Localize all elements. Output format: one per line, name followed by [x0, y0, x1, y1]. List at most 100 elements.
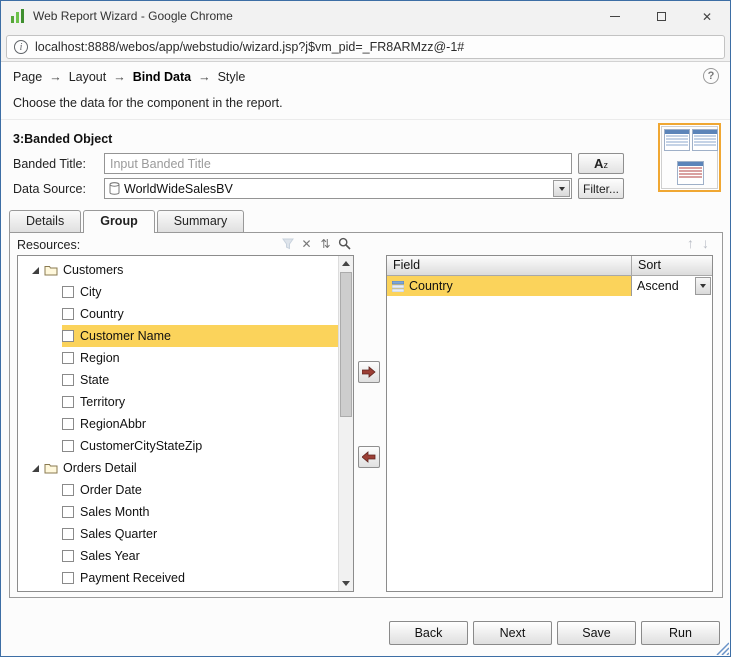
tree-label: City	[80, 285, 102, 299]
sort-cell: Ascend	[631, 276, 712, 296]
close-button[interactable]: ✕	[684, 1, 730, 32]
checkbox[interactable]	[62, 352, 74, 364]
checkbox[interactable]	[62, 550, 74, 562]
search-icon[interactable]	[336, 235, 353, 252]
scroll-up-button[interactable]	[339, 256, 353, 271]
checkbox[interactable]	[62, 418, 74, 430]
tree-item-sales-quarter[interactable]: Sales Quarter	[18, 523, 338, 545]
clear-icon[interactable]: ✕	[298, 235, 315, 252]
tab-group[interactable]: Group	[83, 210, 155, 233]
tree-label: Order Date	[80, 483, 142, 497]
add-field-button[interactable]	[358, 361, 380, 383]
layout-preview-thumbnail[interactable]	[658, 123, 721, 192]
tree-item-state[interactable]: State	[18, 369, 338, 391]
sort-icon[interactable]: ⇅	[317, 235, 334, 252]
checkbox[interactable]	[62, 330, 74, 342]
save-button[interactable]: Save	[557, 621, 636, 645]
folder-icon	[44, 463, 58, 474]
checkbox[interactable]	[62, 484, 74, 496]
font-button[interactable]: Az	[578, 153, 624, 174]
tab-bar: Details Group Summary	[9, 210, 246, 233]
tree-item-sales-month[interactable]: Sales Month	[18, 501, 338, 523]
tree-item-region[interactable]: Region	[18, 347, 338, 369]
filter-button[interactable]: Filter...	[578, 178, 624, 199]
header-divider	[1, 119, 730, 120]
run-button[interactable]: Run	[641, 621, 720, 645]
remove-field-button[interactable]	[358, 446, 380, 468]
checkbox[interactable]	[62, 506, 74, 518]
breadcrumb-item-page[interactable]: Page	[13, 70, 42, 84]
resize-grip[interactable]	[716, 642, 729, 655]
breadcrumb-item-bind-data[interactable]: Bind Data	[133, 70, 191, 84]
tree-folder-orders-detail[interactable]: Orders Detail	[18, 457, 338, 479]
tree-item-sales-year[interactable]: Sales Year	[18, 545, 338, 567]
data-source-dropdown[interactable]: WorldWideSalesBV	[104, 178, 572, 199]
address-bar[interactable]: i localhost:8888/webos/app/webstudio/wiz…	[6, 35, 725, 59]
tree-scrollbar[interactable]	[338, 256, 353, 591]
maximize-button[interactable]	[638, 1, 684, 32]
group-table-header: Field Sort	[387, 256, 712, 276]
tree-folder-customers[interactable]: Customers	[18, 259, 338, 281]
tab-panel: Resources: ✕ ⇅ ↑ ↓ Customers City Country C	[9, 232, 723, 598]
resource-toolbar: ✕ ⇅	[250, 235, 353, 252]
sort-dropdown-arrow-icon[interactable]	[695, 277, 711, 295]
tree-item-territory[interactable]: Territory	[18, 391, 338, 413]
tree-item-city[interactable]: City	[18, 281, 338, 303]
checkbox[interactable]	[62, 572, 74, 584]
scroll-down-button[interactable]	[339, 576, 353, 591]
arrow-left-icon	[362, 451, 376, 463]
database-icon	[109, 182, 120, 195]
breadcrumb-separator: →	[49, 70, 62, 84]
expander-icon[interactable]	[32, 266, 39, 274]
info-icon[interactable]: i	[14, 40, 28, 54]
column-header-field[interactable]: Field	[387, 256, 632, 275]
tree-item-payment-received[interactable]: Payment Received	[18, 567, 338, 589]
expander-icon[interactable]	[32, 464, 39, 472]
next-button[interactable]: Next	[473, 621, 552, 645]
tab-summary[interactable]: Summary	[156, 210, 245, 232]
minimize-button[interactable]	[592, 1, 638, 32]
tree-rows: Customers City Country Customer Name Region S…	[18, 259, 338, 589]
scroll-up-icon	[342, 261, 350, 266]
scrollbar-thumb[interactable]	[340, 272, 352, 417]
tree-label: Territory	[80, 395, 126, 409]
tree-item-customercitystatezip[interactable]: CustomerCityStateZip	[18, 435, 338, 457]
window-controls: ✕	[592, 1, 730, 32]
title-bar[interactable]: Web Report Wizard - Google Chrome ✕	[1, 1, 730, 32]
window-title: Web Report Wizard - Google Chrome	[33, 9, 233, 23]
move-up-icon[interactable]: ↑	[687, 235, 694, 252]
breadcrumb-item-style[interactable]: Style	[218, 70, 246, 84]
checkbox[interactable]	[62, 374, 74, 386]
checkbox[interactable]	[62, 528, 74, 540]
back-button[interactable]: Back	[389, 621, 468, 645]
checkbox[interactable]	[62, 308, 74, 320]
checkbox[interactable]	[62, 286, 74, 298]
scroll-down-icon	[342, 581, 350, 586]
move-down-icon[interactable]: ↓	[702, 235, 709, 252]
breadcrumb-item-layout[interactable]: Layout	[69, 70, 107, 84]
group-row-country[interactable]: Country Ascend	[387, 276, 712, 296]
tab-details[interactable]: Details	[9, 210, 82, 232]
group-table-body: Country Ascend	[387, 276, 712, 296]
tree-label: Country	[80, 307, 124, 321]
checkbox[interactable]	[62, 440, 74, 452]
help-icon[interactable]: ?	[703, 68, 719, 84]
banded-title-input[interactable]	[104, 153, 572, 174]
tree-item-regionabbr[interactable]: RegionAbbr	[18, 413, 338, 435]
app-icon	[10, 8, 26, 24]
tree-label: Orders Detail	[63, 461, 137, 475]
sort-dropdown[interactable]: Ascend	[632, 276, 712, 296]
url-text[interactable]: localhost:8888/webos/app/webstudio/wizar…	[35, 40, 464, 54]
checkbox[interactable]	[62, 396, 74, 408]
data-source-dropdown-arrow-icon[interactable]	[553, 180, 570, 197]
field-cell[interactable]: Country	[387, 276, 631, 296]
tree-item-order-date[interactable]: Order Date	[18, 479, 338, 501]
group-table: Field Sort Country Ascend	[386, 255, 713, 592]
move-buttons: ↑ ↓	[687, 235, 709, 252]
banded-title-label: Banded Title:	[13, 157, 86, 171]
column-header-sort[interactable]: Sort	[632, 256, 712, 275]
footer-buttons: Back Next Save Run	[389, 621, 720, 645]
tree-item-country[interactable]: Country	[18, 303, 338, 325]
tree-item-customer-name[interactable]: Customer Name	[18, 325, 338, 347]
breadcrumb-separator: →	[113, 70, 126, 84]
